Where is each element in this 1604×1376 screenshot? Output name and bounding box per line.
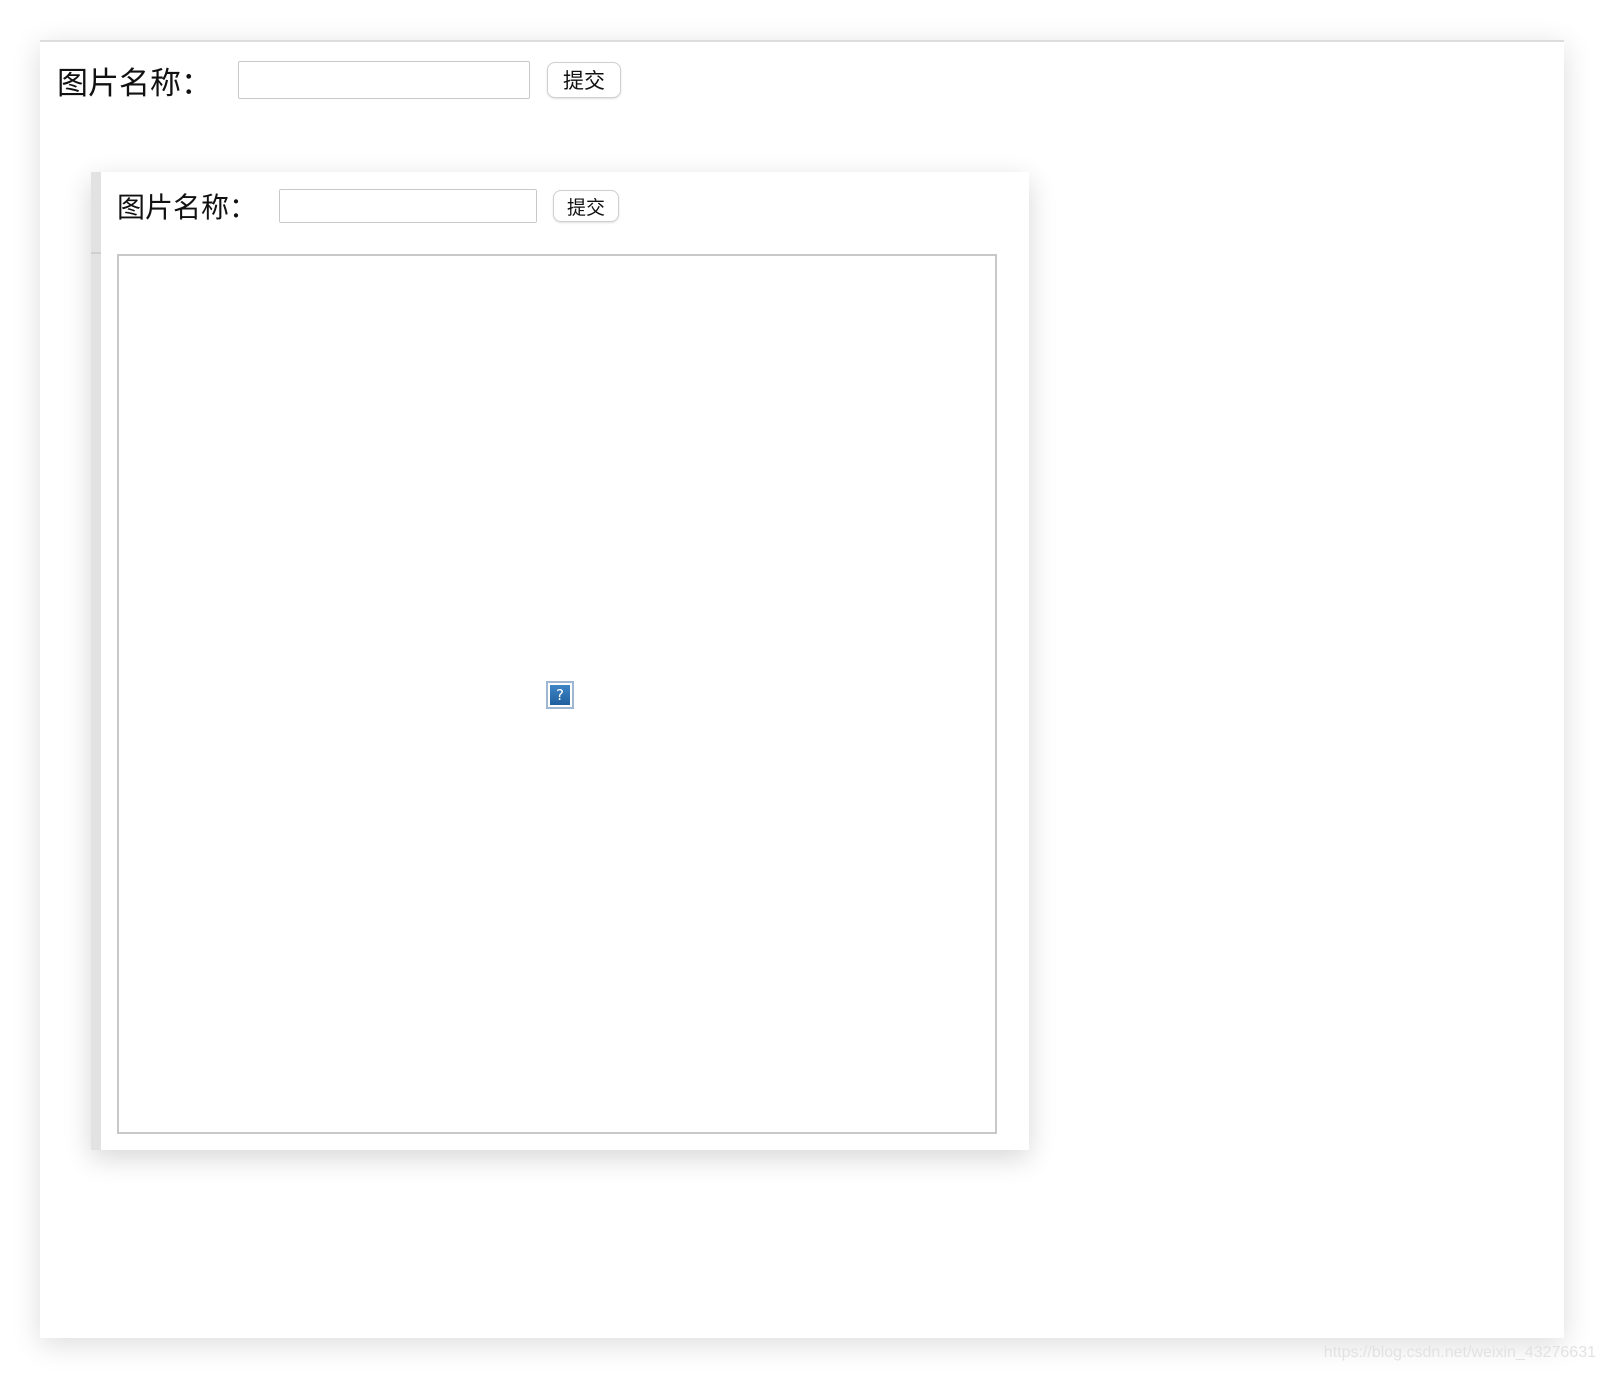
embedded-frame: 图片名称： 提交 ? xyxy=(91,172,1029,1150)
image-name-input[interactable] xyxy=(238,61,530,99)
inner-image-name-input[interactable] xyxy=(279,189,538,223)
inner-image-name-label: 图片名称： xyxy=(117,191,258,224)
question-mark-glyph: ? xyxy=(550,685,570,705)
submit-button[interactable]: 提交 xyxy=(547,62,621,98)
outer-upload-form: 图片名称： 提交 xyxy=(57,58,621,102)
inner-upload-form: 图片名称： 提交 xyxy=(117,186,620,226)
frame-left-divider xyxy=(91,252,101,254)
watermark-text: https://blog.csdn.net/weixin_43276631 xyxy=(1323,1344,1596,1361)
image-name-label: 图片名称： xyxy=(57,65,212,102)
broken-image-icon: ? xyxy=(546,681,574,709)
inner-submit-button[interactable]: 提交 xyxy=(553,190,620,222)
image-preview-frame: ? xyxy=(117,254,997,1134)
outer-page-panel: 图片名称： 提交 图片名称： 提交 ? xyxy=(40,40,1564,1338)
